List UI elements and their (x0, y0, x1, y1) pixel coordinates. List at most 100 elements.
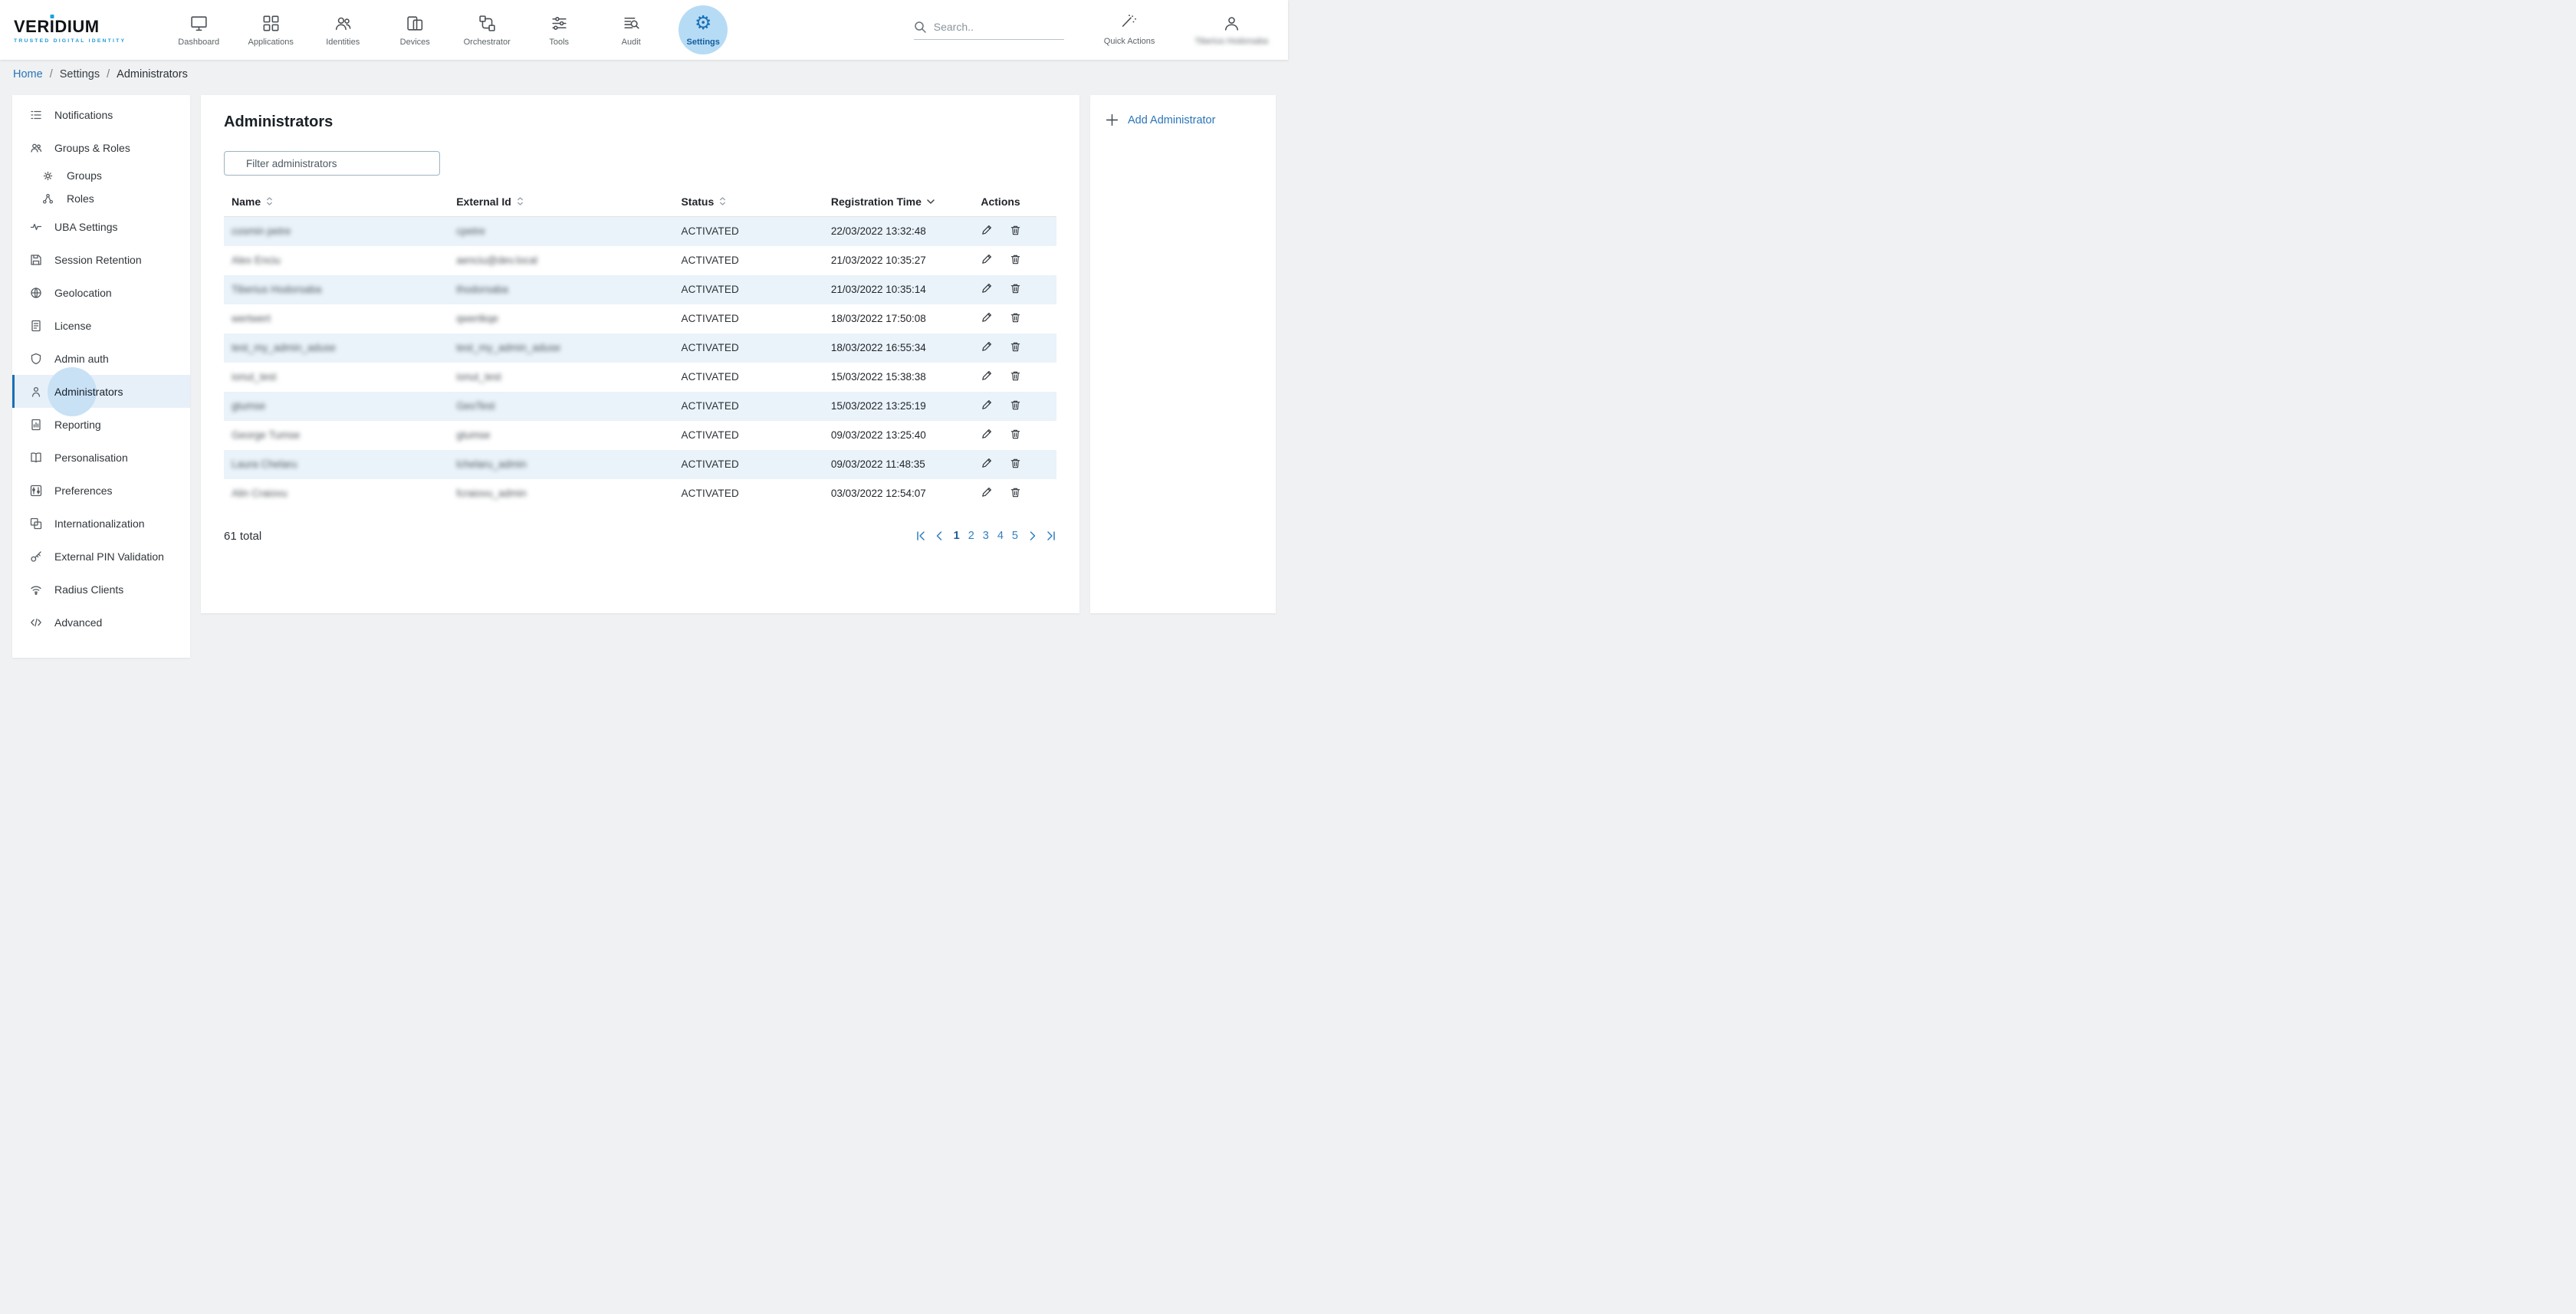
admin-external-id: lchelaru_admin (449, 450, 673, 479)
veridium-logo[interactable]: VERIDIUM TRUSTED DIGITAL IDENTITY (14, 17, 126, 44)
pagination: 1 2 3 4 5 (915, 530, 1056, 542)
notifications-icon (29, 109, 42, 121)
nav-item-dashboard[interactable]: Dashboard (163, 0, 235, 60)
edit-button[interactable] (981, 311, 993, 324)
edit-button[interactable] (981, 457, 993, 469)
admin-status: ACTIVATED (673, 246, 823, 275)
nav-item-applications[interactable]: Applications (235, 0, 307, 60)
sidebar-item-administrators[interactable]: Administrators (12, 375, 190, 408)
sidebar-item-external-pin-validation[interactable]: External PIN Validation (12, 540, 190, 573)
nav-item-identities[interactable]: Identities (307, 0, 379, 60)
sidebar-item-license[interactable]: License (12, 309, 190, 342)
groups-roles-icon (29, 142, 42, 154)
admin-external-id: thodorsaba (449, 275, 673, 304)
code-icon (29, 616, 42, 629)
admin-name: Alex Enciu (224, 246, 449, 275)
page-number-button[interactable]: 3 (983, 530, 989, 542)
delete-button[interactable] (1010, 428, 1021, 440)
edit-button[interactable] (981, 486, 993, 498)
administrator-icon (29, 386, 42, 398)
admin-external-id: qwertkqe (449, 304, 673, 333)
admin-status: ACTIVATED (673, 304, 823, 333)
breadcrumb-separator: / (50, 68, 53, 80)
table-row: Tiberius Hodorsaba thodorsaba ACTIVATED … (224, 275, 1056, 304)
sidebar-item-groups-roles[interactable]: Groups & Roles (12, 131, 190, 164)
admin-registration-time: 15/03/2022 13:25:19 (823, 392, 973, 421)
last-page-button[interactable] (1046, 531, 1056, 541)
delete-button[interactable] (1010, 311, 1021, 324)
nav-item-label: Applications (248, 38, 294, 47)
edit-button[interactable] (981, 224, 993, 236)
top-bar: VERIDIUM TRUSTED DIGITAL IDENTITY Dashbo… (0, 0, 1288, 60)
next-page-button[interactable] (1027, 531, 1037, 541)
delete-button[interactable] (1010, 340, 1021, 353)
sidebar-item-internationalization[interactable]: Internationalization (12, 507, 190, 540)
column-header-status[interactable]: Status (673, 189, 823, 217)
admin-status: ACTIVATED (673, 450, 823, 479)
page-number-button[interactable]: 4 (997, 530, 1004, 542)
sidebar-item-advanced[interactable]: Advanced (12, 606, 190, 639)
admin-external-id: GeoTest (449, 392, 673, 421)
save-icon (29, 254, 42, 266)
sidebar-item-notifications[interactable]: Notifications (12, 98, 190, 131)
page-number-button[interactable]: 1 (954, 530, 960, 542)
nav-item-settings[interactable]: ⚙ Settings (667, 0, 739, 60)
search-input[interactable] (934, 21, 1049, 33)
quick-actions-button[interactable]: Quick Actions (1104, 14, 1155, 46)
sidebar-item-personalisation[interactable]: Personalisation (12, 441, 190, 474)
admin-name: gtumse (224, 392, 449, 421)
column-header-registration-time[interactable]: Registration Time (823, 189, 973, 217)
page-number-button[interactable]: 2 (968, 530, 974, 542)
sidebar-item-admin-auth[interactable]: Admin auth (12, 342, 190, 375)
sort-icon (719, 196, 726, 206)
sidebar-item-radius-clients[interactable]: Radius Clients (12, 573, 190, 606)
filter-administrators-input[interactable] (224, 151, 440, 176)
first-page-button[interactable] (915, 531, 926, 541)
sidebar-item-geolocation[interactable]: Geolocation (12, 276, 190, 309)
edit-button[interactable] (981, 253, 993, 265)
sidebar-item-session-retention[interactable]: Session Retention (12, 243, 190, 276)
sidebar-item-label: Notifications (54, 109, 113, 121)
breadcrumb-home-link[interactable]: Home (13, 68, 43, 80)
column-header-external-id[interactable]: External Id (449, 189, 673, 217)
sidebar-item-groups[interactable]: Groups (12, 164, 190, 187)
nav-item-audit[interactable]: Audit (595, 0, 667, 60)
add-administrator-button[interactable]: Add Administrator (1106, 113, 1260, 126)
delete-button[interactable] (1010, 457, 1021, 469)
user-menu[interactable]: Tiberius Hodorsaba (1194, 14, 1268, 46)
orchestrator-icon (478, 13, 497, 34)
delete-button[interactable] (1010, 370, 1021, 382)
delete-button[interactable] (1010, 224, 1021, 236)
nav-item-label: Identities (326, 38, 360, 47)
column-header-name[interactable]: Name (224, 189, 449, 217)
nav-item-orchestrator[interactable]: Orchestrator (451, 0, 523, 60)
language-icon (29, 517, 42, 530)
edit-button[interactable] (981, 340, 993, 353)
delete-button[interactable] (1010, 282, 1021, 294)
previous-page-button[interactable] (935, 531, 945, 541)
edit-button[interactable] (981, 370, 993, 382)
edit-button[interactable] (981, 428, 993, 440)
delete-button[interactable] (1010, 399, 1021, 411)
admin-status: ACTIVATED (673, 275, 823, 304)
sidebar-item-reporting[interactable]: Reporting (12, 408, 190, 441)
delete-button[interactable] (1010, 486, 1021, 498)
edit-button[interactable] (981, 282, 993, 294)
admin-name: Tiberius Hodorsaba (224, 275, 449, 304)
edit-button[interactable] (981, 399, 993, 411)
sidebar-item-label: Session Retention (54, 254, 142, 266)
nav-item-label: Audit (622, 38, 641, 47)
page-number-button[interactable]: 5 (1012, 530, 1018, 542)
user-name: Tiberius Hodorsaba (1194, 37, 1268, 46)
sidebar-item-label: Groups (67, 169, 102, 182)
sort-icon (517, 196, 524, 206)
sidebar-item-roles[interactable]: Roles (12, 187, 190, 210)
global-search (914, 21, 1064, 40)
delete-button[interactable] (1010, 253, 1021, 265)
sidebar-item-preferences[interactable]: Preferences (12, 474, 190, 507)
table-row: George Tumse gtumse ACTIVATED 09/03/2022… (224, 421, 1056, 450)
nav-item-devices[interactable]: Devices (379, 0, 451, 60)
sidebar-item-uba-settings[interactable]: UBA Settings (12, 210, 190, 243)
admin-external-id: ionut_test (449, 363, 673, 392)
nav-item-tools[interactable]: Tools (523, 0, 595, 60)
